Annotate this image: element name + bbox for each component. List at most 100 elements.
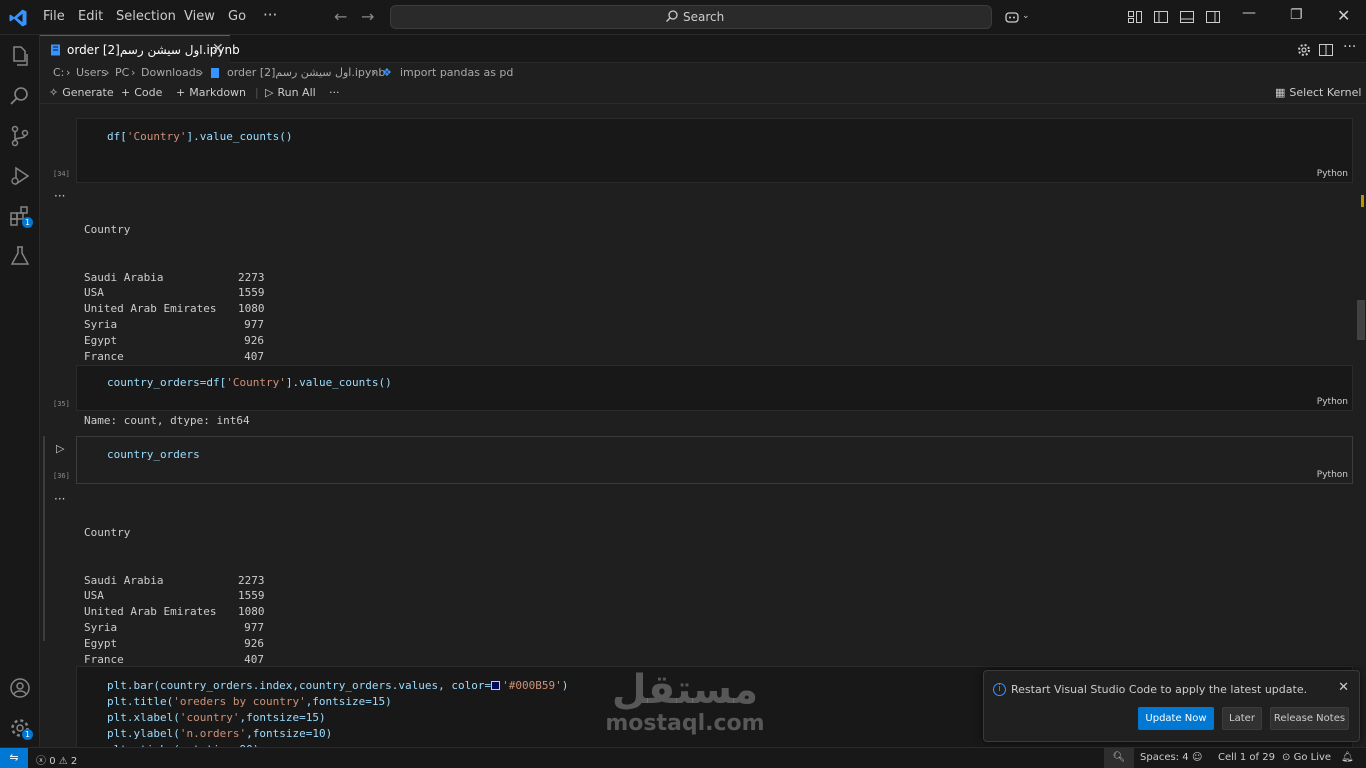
error-count: 0 (49, 756, 56, 767)
close-window-icon[interactable]: ✕ (1337, 6, 1350, 25)
select-kernel-label: Select Kernel (1289, 86, 1362, 99)
restore-icon[interactable]: ❐ (1290, 7, 1303, 23)
code-cell-focused[interactable]: country_orders Python (76, 436, 1353, 484)
close-tab-icon[interactable]: ✕ (212, 41, 224, 57)
breadcrumb-file[interactable]: order [2]اول سيشن رسم.ipynb (227, 66, 385, 79)
explorer-icon[interactable] (8, 44, 32, 68)
editor-scrollbar-thumb[interactable] (1357, 300, 1365, 340)
generate-label: Generate (62, 86, 114, 99)
cell-source[interactable]: df['Country'].value_counts() (107, 130, 292, 143)
testing-flask-icon[interactable] (8, 244, 32, 268)
copilot-status-icon[interactable]: ☺ (1192, 752, 1202, 763)
code-cell[interactable]: df['Country'].value_counts() Python (76, 118, 1353, 183)
watermark-arabic: مستقل (611, 667, 759, 713)
add-markdown-cell-button[interactable]: + Markdown (176, 86, 246, 99)
cell-source[interactable]: country_orders=df['Country'].value_count… (107, 376, 392, 389)
problems-indicator[interactable]: ⓧ 0 ⚠ 2 (36, 752, 77, 767)
output-country: Syria (84, 318, 118, 332)
menu-go[interactable]: Go (228, 9, 246, 24)
select-kernel-button[interactable]: ▦ Select Kernel (1275, 86, 1361, 99)
copilot-dropdown-chevron-icon[interactable]: ⌄ (1022, 11, 1030, 21)
kernel-icon: ▦ (1275, 86, 1286, 99)
copilot-icon[interactable] (1004, 9, 1020, 25)
add-code-cell-button[interactable]: + Code (121, 86, 162, 99)
breadcrumb-downloads[interactable]: Downloads (141, 66, 201, 79)
cell-language-label[interactable]: Python (1317, 470, 1348, 480)
cell-source[interactable]: plt.bar(country_orders.index,country_ord… (107, 678, 568, 747)
cell-language-label[interactable]: Python (1317, 169, 1348, 179)
remote-indicator-icon[interactable]: ⇋ (0, 748, 28, 768)
output-row: Egypt 926 (84, 636, 264, 652)
forward-arrow-icon[interactable]: → (361, 7, 374, 26)
split-editor-icon[interactable] (1318, 42, 1334, 58)
back-arrow-icon[interactable]: ← (334, 7, 347, 26)
breadcrumb-cell[interactable]: import pandas as pd (400, 66, 513, 79)
menu-edit[interactable]: Edit (78, 9, 103, 24)
color-swatch[interactable] (491, 681, 501, 690)
sparkle-icon: ✧ (49, 86, 59, 99)
minimize-icon[interactable]: — (1242, 5, 1256, 21)
cell-language-label[interactable]: Python (1317, 397, 1348, 407)
run-and-debug-icon[interactable] (8, 164, 32, 188)
cell-focus-indicator (43, 436, 45, 641)
breadcrumb-drive[interactable]: C: (53, 66, 64, 79)
output-count: 926 (244, 637, 264, 651)
notebook-file-icon (51, 44, 60, 56)
output-row: Syria 977 (84, 317, 264, 333)
notifications-bell-icon[interactable]: 🔔︎ (1341, 752, 1354, 763)
cell-position[interactable]: Cell 1 of 29 (1218, 752, 1275, 763)
accounts-icon[interactable] (8, 676, 32, 700)
tab-notebook[interactable]: order [2]اول سيشن رسم.ipynb ✕ (40, 35, 240, 63)
update-now-button[interactable]: Update Now (1138, 707, 1214, 730)
close-notification-icon[interactable]: ✕ (1338, 680, 1349, 695)
output-country: USA (84, 286, 104, 300)
title-bar: File Edit Selection View Go ··· ← → Sear… (0, 0, 1366, 35)
toggle-secondary-sidebar-icon[interactable] (1205, 9, 1221, 25)
extensions-badge: 1 (22, 217, 33, 228)
indentation-spaces[interactable]: Spaces: 4 (1140, 752, 1189, 763)
command-center-search[interactable]: Search (390, 5, 992, 29)
toolbar-more-icon[interactable]: ··· (329, 86, 340, 99)
toggle-panel-icon[interactable] (1179, 9, 1195, 25)
plus-icon: + (121, 86, 131, 99)
toggle-primary-sidebar-icon[interactable] (1153, 9, 1169, 25)
more-menu-icon[interactable]: ··· (263, 6, 277, 24)
release-notes-button[interactable]: Release Notes (1270, 707, 1349, 730)
execution-count: [36] (53, 472, 70, 480)
breadcrumb-users[interactable]: Users (76, 66, 107, 79)
go-live-label: Go Live (1293, 752, 1332, 763)
breadcrumb-pc[interactable]: PC (115, 66, 129, 79)
run-all-button[interactable]: ▷ Run All (265, 86, 316, 99)
notebook-settings-gear-icon[interactable] (1296, 42, 1312, 58)
python-cell-icon: ❖ (382, 66, 392, 79)
error-icon: ⓧ (36, 756, 46, 767)
output-more-icon[interactable]: ··· (54, 492, 65, 506)
output-more-icon[interactable]: ··· (54, 189, 65, 203)
generate-button[interactable]: ✧ Generate (49, 86, 114, 99)
watermark-logo: مستقل mostaql.com (600, 668, 770, 736)
code-cell[interactable]: country_orders=df['Country'].value_count… (76, 365, 1353, 411)
go-live-button[interactable]: ⊙ Go Live (1282, 752, 1331, 763)
output-count: 1080 (238, 302, 265, 316)
markdown-label: Markdown (189, 86, 247, 99)
output-row: USA 1559 (84, 588, 265, 604)
source-control-icon[interactable] (8, 124, 32, 148)
search-view-icon[interactable] (8, 84, 32, 108)
menu-selection[interactable]: Selection (116, 9, 176, 24)
output-count: 2273 (238, 270, 265, 284)
zoom-search-icon[interactable]: 🔍︎ (1104, 748, 1134, 768)
cell-source[interactable]: country_orders (107, 448, 200, 461)
output-country: Egypt (84, 637, 118, 651)
editor-more-actions-icon[interactable]: ··· (1343, 39, 1356, 55)
menu-file[interactable]: File (43, 9, 65, 24)
customize-layout-icon[interactable] (1127, 9, 1143, 25)
run-all-label: Run All (277, 86, 316, 99)
output-count: 1080 (238, 605, 265, 619)
code-line: plt.title('oreders by country',fontsize=… (107, 695, 392, 708)
output-country: United Arab Emirates (84, 302, 217, 316)
vscode-logo-icon (9, 9, 27, 27)
run-cell-icon[interactable]: ▷ (56, 442, 64, 455)
later-button[interactable]: Later (1222, 707, 1262, 730)
menu-view[interactable]: View (184, 9, 215, 24)
output-count: 926 (244, 334, 264, 348)
